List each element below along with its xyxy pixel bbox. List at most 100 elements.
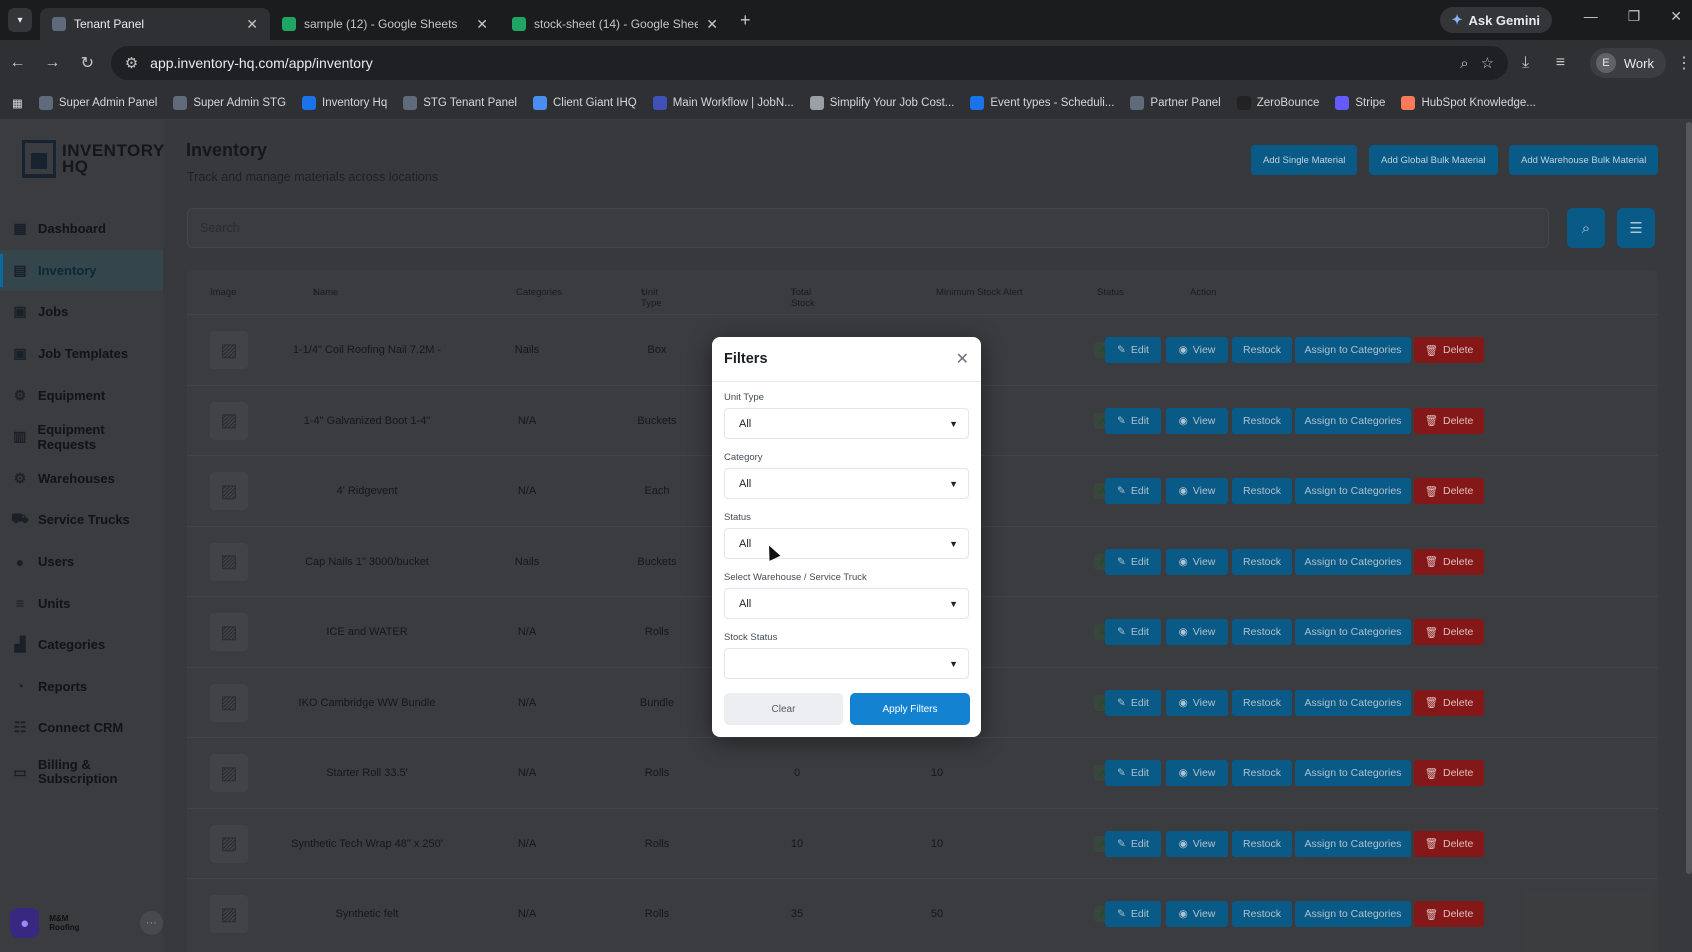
filter-select[interactable]: All ▼ xyxy=(724,468,969,499)
bookmark-item[interactable]: ZeroBounce xyxy=(1236,95,1319,110)
assign-to-categories-button[interactable]: Assign to Categories xyxy=(1295,830,1411,857)
media-control-icon[interactable]: ≡ xyxy=(1543,54,1578,72)
column-header-sortable[interactable]: Total Stock ↕ xyxy=(791,287,815,309)
tab-search-menu-icon[interactable]: ▾ xyxy=(8,8,32,32)
restock-button[interactable]: Restock xyxy=(1232,619,1292,645)
forward-icon[interactable]: → xyxy=(35,54,70,72)
view-button[interactable]: ◉ View xyxy=(1166,478,1228,504)
ask-gemini-button[interactable]: ✦ Ask Gemini xyxy=(1439,7,1552,33)
view-button[interactable]: ◉ View xyxy=(1166,760,1228,786)
add-single-material-button[interactable]: Add Single Material xyxy=(1251,145,1358,175)
bookmark-item[interactable]: HubSpot Knowledge... xyxy=(1401,95,1536,110)
filter-select[interactable]: All ▼ xyxy=(724,588,969,619)
bookmark-item[interactable]: Stripe xyxy=(1335,95,1385,110)
bookmark-item[interactable]: Partner Panel xyxy=(1130,95,1221,110)
browser-tab[interactable]: stock-sheet (14) - Google Sheets ✕ xyxy=(500,8,730,40)
bookmark-item[interactable]: Event types - Scheduli... xyxy=(970,95,1114,110)
filter-select[interactable]: All ▼ xyxy=(724,408,969,439)
assign-to-categories-button[interactable]: Assign to Categories xyxy=(1295,548,1411,575)
edit-button[interactable]: ✎ Edit xyxy=(1105,830,1161,857)
edit-button[interactable]: ✎ Edit xyxy=(1105,548,1161,575)
sidebar-item-equipment[interactable]: ⚙ Equipment xyxy=(0,374,163,416)
filter-select[interactable]: ▼ xyxy=(724,648,969,679)
sidebar-item-inventory[interactable]: ▤ Inventory xyxy=(0,249,163,292)
delete-button[interactable]: 🗑 Delete xyxy=(1414,337,1484,363)
edit-button[interactable]: ✎ Edit xyxy=(1105,901,1161,927)
browser-tab[interactable]: sample (12) - Google Sheets ✕ xyxy=(270,8,500,40)
assign-to-categories-button[interactable]: Assign to Categories xyxy=(1295,619,1411,645)
column-header-sortable[interactable]: Name ↕ xyxy=(313,287,338,298)
bookmark-item[interactable]: Simplify Your Job Cost... xyxy=(809,95,954,110)
restock-button[interactable]: Restock xyxy=(1232,901,1292,927)
add-warehouse-bulk-material-button[interactable]: Add Warehouse Bulk Material xyxy=(1509,145,1659,175)
apps-grid-icon[interactable]: ▦ xyxy=(12,96,23,110)
column-header-sortable[interactable]: Unit Type ↕ xyxy=(641,287,662,309)
restock-button[interactable]: Restock xyxy=(1232,548,1292,575)
restock-button[interactable]: Restock xyxy=(1232,830,1292,857)
back-icon[interactable]: ← xyxy=(0,54,35,72)
tab-close-icon[interactable]: ✕ xyxy=(476,16,488,33)
delete-button[interactable]: 🗑 Delete xyxy=(1414,760,1484,786)
sidebar-item-users[interactable]: ● Users xyxy=(0,541,163,583)
bookmark-item[interactable]: Client Giant IHQ xyxy=(532,95,637,110)
assign-to-categories-button[interactable]: Assign to Categories xyxy=(1295,689,1411,716)
apply-filters-button[interactable]: Apply Filters xyxy=(850,693,970,725)
view-button[interactable]: ◉ View xyxy=(1166,901,1228,927)
sidebar-item-jobs[interactable]: ▣ Jobs xyxy=(0,291,163,333)
view-button[interactable]: ◉ View xyxy=(1166,619,1228,645)
browser-tab[interactable]: Tenant Panel ✕ xyxy=(40,8,270,40)
sidebar-item-connect-crm[interactable]: ☷ Connect CRM xyxy=(0,707,163,749)
new-tab-icon[interactable]: + xyxy=(740,10,751,31)
tab-close-icon[interactable]: ✕ xyxy=(706,16,718,33)
zoom-icon[interactable]: ⌕ xyxy=(1460,55,1468,72)
restore-icon[interactable]: ❐ xyxy=(1628,8,1641,25)
browser-menu-icon[interactable]: ⋮ xyxy=(1676,53,1692,73)
delete-button[interactable]: 🗑 Delete xyxy=(1414,830,1484,857)
restock-button[interactable]: Restock xyxy=(1232,689,1292,716)
clear-filters-button[interactable]: Clear xyxy=(724,693,843,725)
sidebar-item-job-templates[interactable]: ▣ Job Templates xyxy=(0,333,163,375)
edit-button[interactable]: ✎ Edit xyxy=(1105,760,1161,786)
assign-to-categories-button[interactable]: Assign to Categories xyxy=(1295,901,1411,927)
sidebar-item-dashboard[interactable]: ▦ Dashboard xyxy=(0,208,163,250)
add-global-bulk-material-button[interactable]: Add Global Bulk Material xyxy=(1369,145,1498,175)
assign-to-categories-button[interactable]: Assign to Categories xyxy=(1295,478,1411,504)
edit-button[interactable]: ✎ Edit xyxy=(1105,337,1161,363)
bookmark-star-icon[interactable]: ☆ xyxy=(1481,54,1494,72)
sidebar-item-billing-subscription[interactable]: ▭ Billing & Subscription xyxy=(0,749,163,795)
view-button[interactable]: ◉ View xyxy=(1166,830,1228,857)
edit-button[interactable]: ✎ Edit xyxy=(1105,619,1161,645)
restock-button[interactable]: Restock xyxy=(1232,760,1292,786)
sidebar-item-units[interactable]: ≡ Units xyxy=(0,582,163,624)
download-icon[interactable]: ⤓ xyxy=(1508,54,1543,72)
sidebar-item-categories[interactable]: ▟ Categories xyxy=(0,624,163,666)
filter-button[interactable]: ☰ xyxy=(1617,208,1655,248)
delete-button[interactable]: 🗑 Delete xyxy=(1414,407,1484,434)
assign-to-categories-button[interactable]: Assign to Categories xyxy=(1295,760,1411,786)
sidebar-item-reports[interactable]: ◔ Reports xyxy=(0,666,163,708)
bookmark-item[interactable]: Inventory Hq xyxy=(302,95,387,110)
bookmark-item[interactable]: Main Workflow | JobN... xyxy=(652,95,794,110)
bookmark-item[interactable]: Super Admin STG xyxy=(173,95,286,110)
url-text[interactable]: app.inventory-hq.com/app/inventory xyxy=(150,55,1448,71)
delete-button[interactable]: 🗑 Delete xyxy=(1414,689,1484,716)
minimize-icon[interactable]: — xyxy=(1584,8,1598,25)
restock-button[interactable]: Restock xyxy=(1232,407,1292,434)
restock-button[interactable]: Restock xyxy=(1232,478,1292,504)
sidebar-item-warehouses[interactable]: ⚙ Warehouses xyxy=(0,458,163,500)
user-more-icon[interactable]: ··· xyxy=(139,911,163,935)
edit-button[interactable]: ✎ Edit xyxy=(1105,689,1161,716)
search-input[interactable]: Search xyxy=(187,208,1549,248)
search-button[interactable]: ⌕ xyxy=(1567,208,1605,248)
delete-button[interactable]: 🗑 Delete xyxy=(1414,901,1484,927)
close-icon[interactable]: ✕ xyxy=(956,349,969,369)
edit-button[interactable]: ✎ Edit xyxy=(1105,407,1161,434)
bookmark-item[interactable]: Super Admin Panel xyxy=(38,95,157,110)
restock-button[interactable]: Restock xyxy=(1232,337,1292,363)
view-button[interactable]: ◉ View xyxy=(1166,548,1228,575)
tab-close-icon[interactable]: ✕ xyxy=(246,16,258,33)
profile-button[interactable]: E Work xyxy=(1589,48,1666,78)
sidebar-item-service-trucks[interactable]: ⛟ Service Trucks xyxy=(0,499,163,541)
assign-to-categories-button[interactable]: Assign to Categories xyxy=(1295,337,1411,363)
user-box[interactable]: ● M&M Roofing ··· xyxy=(10,908,163,938)
